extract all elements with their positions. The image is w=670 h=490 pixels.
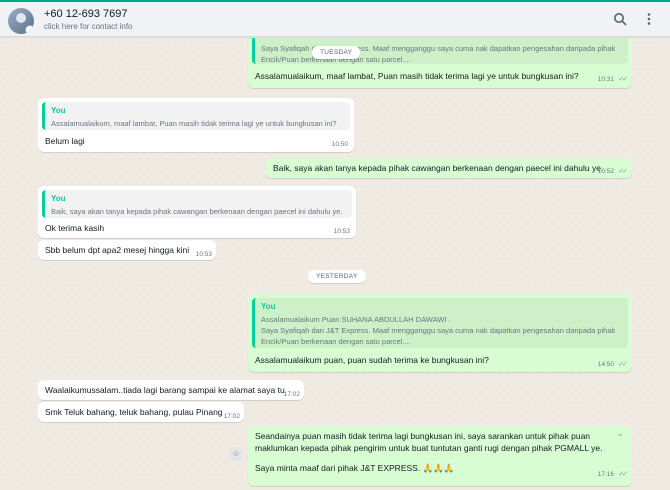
message-text: Smk Teluk bahang, teluk bahang, pulau Pi… <box>45 407 223 417</box>
message-bubble-outgoing[interactable]: Baik, saya akan tanya kepada pihak cawan… <box>266 158 632 178</box>
message-bubble-incoming[interactable]: Sbb belum dpt apa2 mesej hingga kini 10:… <box>38 240 216 260</box>
message-text: Seandainya puan masih tidak terima lagi … <box>255 431 591 441</box>
message-text: Baik, saya akan tanya kepada pihak cawan… <box>273 163 604 173</box>
message-bubble-incoming[interactable]: You Baik, saya akan tanya kepada pihak c… <box>38 186 356 238</box>
message-text: Assalamualaikum puan, puan sudah terima … <box>255 355 489 365</box>
avatar[interactable] <box>8 8 34 34</box>
message-text: Saya minta maaf dari pihak J&T EXPRESS. … <box>255 463 455 473</box>
double-check-icon: ✓✓ <box>618 471 628 478</box>
more-vertical-icon[interactable] <box>642 12 656 26</box>
double-check-icon: ✓✓ <box>618 361 628 368</box>
message-bubble-incoming[interactable]: Smk Teluk bahang, teluk bahang, pulau Pi… <box>38 402 244 422</box>
message-text: Sbb belum dpt apa2 mesej hingga kini <box>45 245 190 255</box>
message-text: Ok terima kasih <box>45 223 105 233</box>
chevron-down-icon[interactable]: ⌄ <box>616 428 624 439</box>
quoted-author: You <box>51 106 66 115</box>
scrollbar[interactable] <box>666 38 670 490</box>
quoted-text: Saya Syafiqah dari J&T Express. Maaf men… <box>261 326 616 335</box>
message-time: 10:52 <box>597 168 614 175</box>
message-time: 10:53 <box>195 251 212 258</box>
message-text: Assalamualaikum, maaf lambat, Puan masih… <box>255 71 579 81</box>
quoted-message[interactable]: You Assalamualaikum Puan SUHANA ABDULLAH… <box>252 298 628 348</box>
quoted-message[interactable]: You Assalamualaikum, maaf lambat, Puan m… <box>42 102 350 130</box>
message-list[interactable]: Saya Syafiqah dari J&T Express. Maaf men… <box>0 38 670 490</box>
quoted-text: Assalamualaikum, maaf lambat, Puan masih… <box>51 119 337 128</box>
message-time: 17:02 <box>223 413 240 420</box>
message-time: 10:50 <box>331 141 348 148</box>
quoted-text: Encik/Puan berkenaan dengan satu parcel.… <box>261 337 411 346</box>
date-separator: TUESDAY <box>312 46 361 59</box>
quoted-text: Baik, saya akan tanya kepada pihak cawan… <box>51 207 343 216</box>
quoted-text: Assalamualaikum Puan SUHANA ABDULLAH DAW… <box>261 315 451 324</box>
chat-header[interactable]: +60 12-693 7697 click here for contact i… <box>0 2 670 37</box>
message-text: maklumkan kepada pihak pengirim untuk bu… <box>255 443 603 453</box>
quoted-author: You <box>261 302 276 311</box>
double-check-icon: ✓✓ <box>618 76 628 83</box>
message-text: Waalaikumussalam..tiada lagi barang samp… <box>45 385 285 395</box>
date-separator: YESTERDAY <box>308 270 366 283</box>
message-bubble-outgoing[interactable]: You Assalamualaikum Puan SUHANA ABDULLAH… <box>248 294 632 372</box>
quoted-message[interactable]: You Baik, saya akan tanya kepada pihak c… <box>42 190 352 218</box>
quoted-author: You <box>51 194 66 203</box>
message-bubble-incoming[interactable]: Waalaikumussalam..tiada lagi barang samp… <box>38 380 304 400</box>
message-time: 10:53 <box>333 228 350 235</box>
message-time: 17:02 <box>283 391 300 398</box>
message-bubble-outgoing[interactable]: Seandainya puan masih tidak terima lagi … <box>248 426 632 486</box>
status-badge <box>25 25 34 34</box>
message-bubble-outgoing[interactable]: Saya Syafiqah dari J&T Express. Maaf men… <box>248 38 632 88</box>
message-bubble-incoming[interactable]: You Assalamualaikum, maaf lambat, Puan m… <box>38 98 354 152</box>
quoted-message[interactable]: Saya Syafiqah dari J&T Express. Maaf men… <box>252 38 628 64</box>
contact-name[interactable]: +60 12-693 7697 <box>44 8 128 20</box>
message-text: Belum lagi <box>45 136 85 146</box>
message-time: 17:16 <box>597 471 614 478</box>
forward-icon[interactable]: ☺ <box>229 447 243 461</box>
double-check-icon: ✓✓ <box>618 168 628 175</box>
search-icon[interactable] <box>613 12 627 26</box>
message-time: 14:50 <box>597 361 614 368</box>
contact-info-hint[interactable]: click here for contact info <box>44 22 132 31</box>
message-time: 10:31 <box>597 76 614 83</box>
